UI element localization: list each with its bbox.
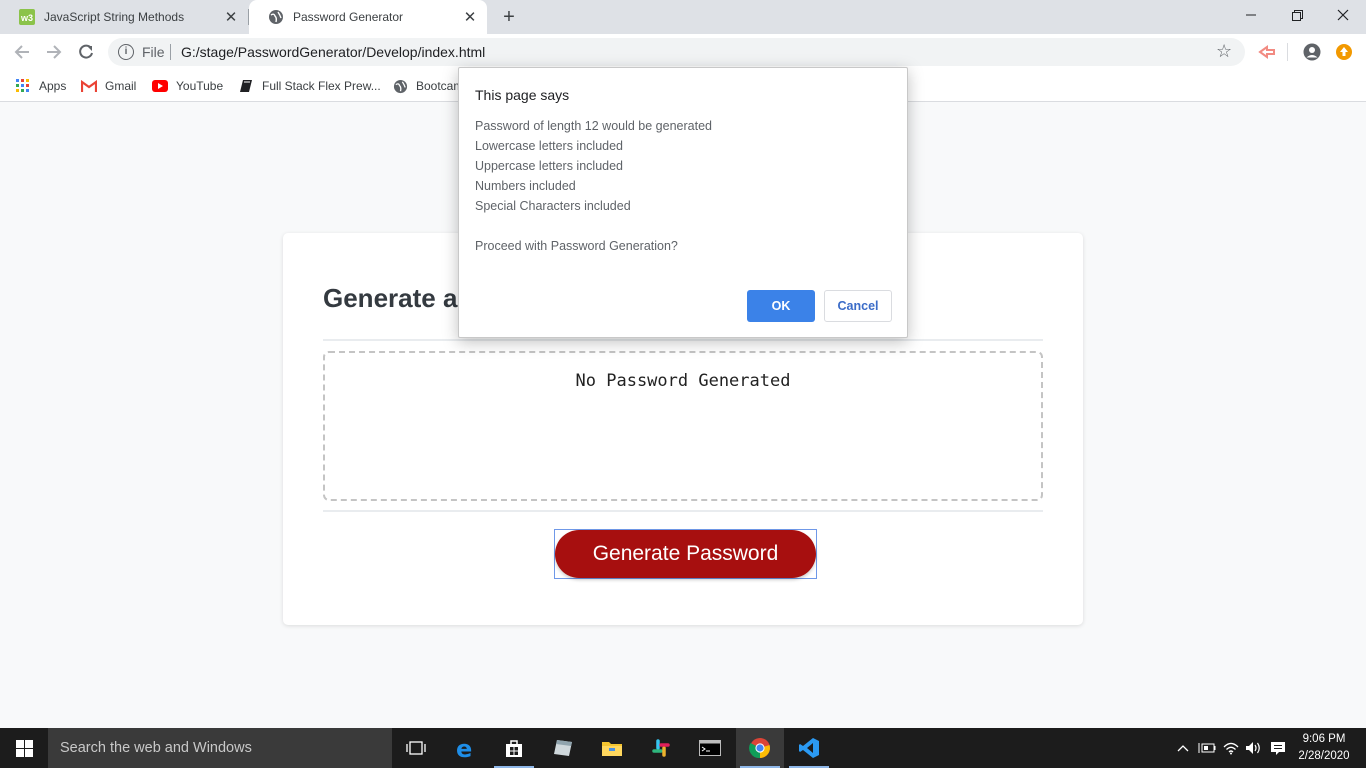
bookmark-star-icon[interactable]: ☆ [1216,41,1232,62]
svg-text:w3: w3 [20,13,33,23]
bookmark-label: YouTube [176,79,224,93]
bookmark-label: Apps [39,79,67,93]
bookmark-label: Gmail [105,79,137,93]
bookmark-full-stack[interactable]: Full Stack Flex Prew... [238,77,381,95]
chevron-up-icon[interactable] [1174,739,1192,757]
apps-grid-icon [15,78,31,94]
volume-icon[interactable] [1245,739,1263,757]
book-icon [238,78,254,94]
ok-button[interactable]: OK [747,290,815,322]
cancel-button[interactable]: Cancel [824,290,892,322]
scheme-label: File [142,44,165,60]
bookmark-gmail[interactable]: Gmail [81,77,136,95]
page-title: Generate a [323,283,458,313]
tab-password-generator[interactable]: Password Generator ✕ [249,0,487,34]
start-button[interactable] [0,728,48,768]
app-icon[interactable] [539,728,587,768]
store-icon[interactable] [490,728,538,768]
new-tab-button[interactable]: + [498,6,520,28]
gmail-icon [81,78,97,94]
close-window-button[interactable] [1320,0,1366,30]
chrome-icon[interactable] [736,728,784,768]
reload-icon[interactable] [76,42,96,62]
taskbar-search-box[interactable]: Search the web and Windows [48,728,392,768]
terminal-icon[interactable] [686,728,734,768]
bookmark-apps[interactable]: Apps [15,77,66,95]
w3schools-icon: w3 [19,9,35,25]
password-output[interactable]: No Password Generated [323,351,1043,501]
dialog-title: This page says [475,87,570,103]
restore-button[interactable] [1274,0,1320,30]
divider [170,44,171,60]
battery-icon[interactable] [1198,739,1216,757]
info-icon[interactable]: i [118,44,134,60]
confirm-dialog: This page says Password of length 12 wou… [458,67,908,338]
wifi-icon[interactable] [1222,739,1240,757]
clock-date: 2/28/2020 [1298,750,1350,762]
vscode-icon[interactable] [785,728,833,768]
divider [1287,43,1288,61]
task-view-icon[interactable] [392,728,440,768]
dialog-line: Uppercase letters included [475,159,623,173]
youtube-icon [152,78,168,94]
tab-strip: w3 JavaScript String Methods ✕ Password … [0,0,1366,34]
dialog-line: Password of length 12 would be generated [475,119,712,133]
windows-taskbar: Search the web and Windows e 9:06 PM 2/2… [0,728,1366,768]
svg-text:e: e [456,737,472,759]
edge-icon[interactable]: e [442,728,490,768]
update-icon[interactable] [1334,42,1354,62]
dialog-line: Special Characters included [475,199,631,213]
dialog-message: Password of length 12 would be generated… [475,116,712,256]
dialog-question: Proceed with Password Generation? [475,239,678,253]
bookmark-label: Bootcam [416,79,464,93]
extension-icon[interactable] [1257,42,1277,62]
globe-icon [268,9,284,25]
close-tab-icon[interactable]: ✕ [462,9,478,26]
dialog-line: Numbers included [475,179,576,193]
close-tab-icon[interactable]: ✕ [223,9,239,26]
slack-icon[interactable] [637,728,685,768]
generate-password-button[interactable]: Generate Password [555,530,816,578]
tab-javascript-string-methods[interactable]: w3 JavaScript String Methods ✕ [0,0,248,34]
minimize-button[interactable] [1228,0,1274,30]
clock-time: 9:06 PM [1302,733,1346,745]
globe-icon [392,78,408,94]
file-explorer-icon[interactable] [588,728,636,768]
profile-avatar-icon[interactable] [1302,42,1322,62]
tab-title: JavaScript String Methods [44,10,185,24]
url-text[interactable]: G:/stage/PasswordGenerator/Develop/index… [181,44,485,60]
bookmark-youtube[interactable]: YouTube [152,77,223,95]
address-bar[interactable]: i File G:/stage/PasswordGenerator/Develo… [108,38,1245,66]
dialog-line: Lowercase letters included [475,139,623,153]
bookmark-bootcamp[interactable]: Bootcam [392,77,463,95]
windows-logo-icon [15,739,33,757]
divider [323,339,1043,341]
taskbar-clock[interactable]: 9:06 PM 2/28/2020 [1292,731,1356,765]
notifications-icon[interactable] [1269,739,1287,757]
browser-toolbar: i File G:/stage/PasswordGenerator/Develo… [0,34,1366,70]
forward-icon[interactable] [44,42,64,62]
back-icon[interactable] [12,42,32,62]
divider [323,510,1043,512]
tab-title: Password Generator [293,10,404,24]
bookmark-label: Full Stack Flex Prew... [262,79,381,93]
